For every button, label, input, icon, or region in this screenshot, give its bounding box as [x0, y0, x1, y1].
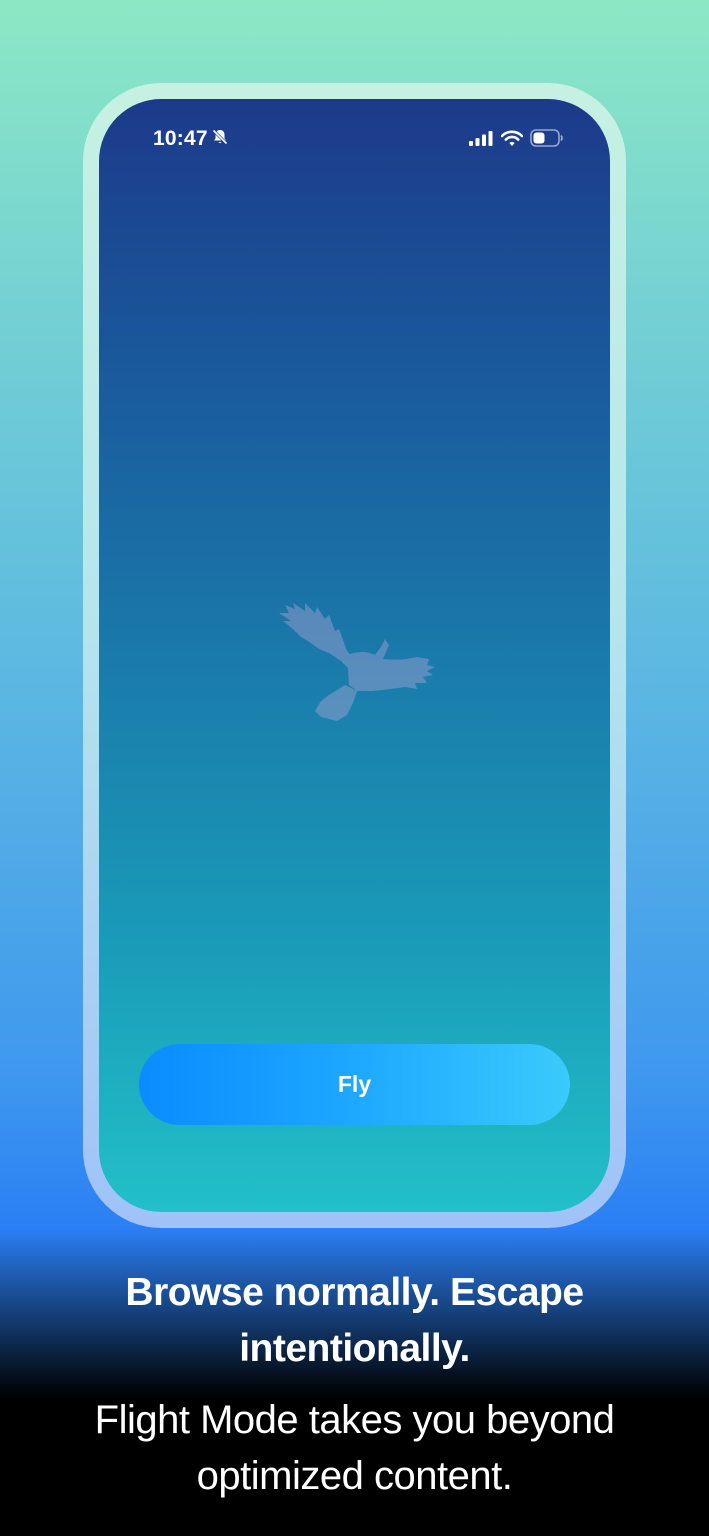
wifi-icon [500, 130, 524, 152]
bell-slash-icon [211, 128, 229, 151]
phone-frame: 10:47 Fly [83, 83, 626, 1228]
cellular-signal-icon [469, 130, 494, 151]
status-time: 10:47 [153, 127, 208, 150]
fly-button[interactable]: Fly [139, 1044, 570, 1125]
headline: Browse normally. Escape intentionally. [125, 1271, 584, 1370]
fly-button-label: Fly [337, 1071, 372, 1097]
subtitle: Flight Mode takes you beyond optimized c… [94, 1398, 615, 1498]
battery-icon [530, 129, 564, 152]
status-icons [469, 129, 564, 152]
status-bar: 10:47 [99, 99, 610, 179]
phone-screen: 10:47 Fly [99, 99, 610, 1212]
time-group: 10:47 [153, 127, 229, 151]
bird-silhouette-icon [277, 599, 437, 729]
